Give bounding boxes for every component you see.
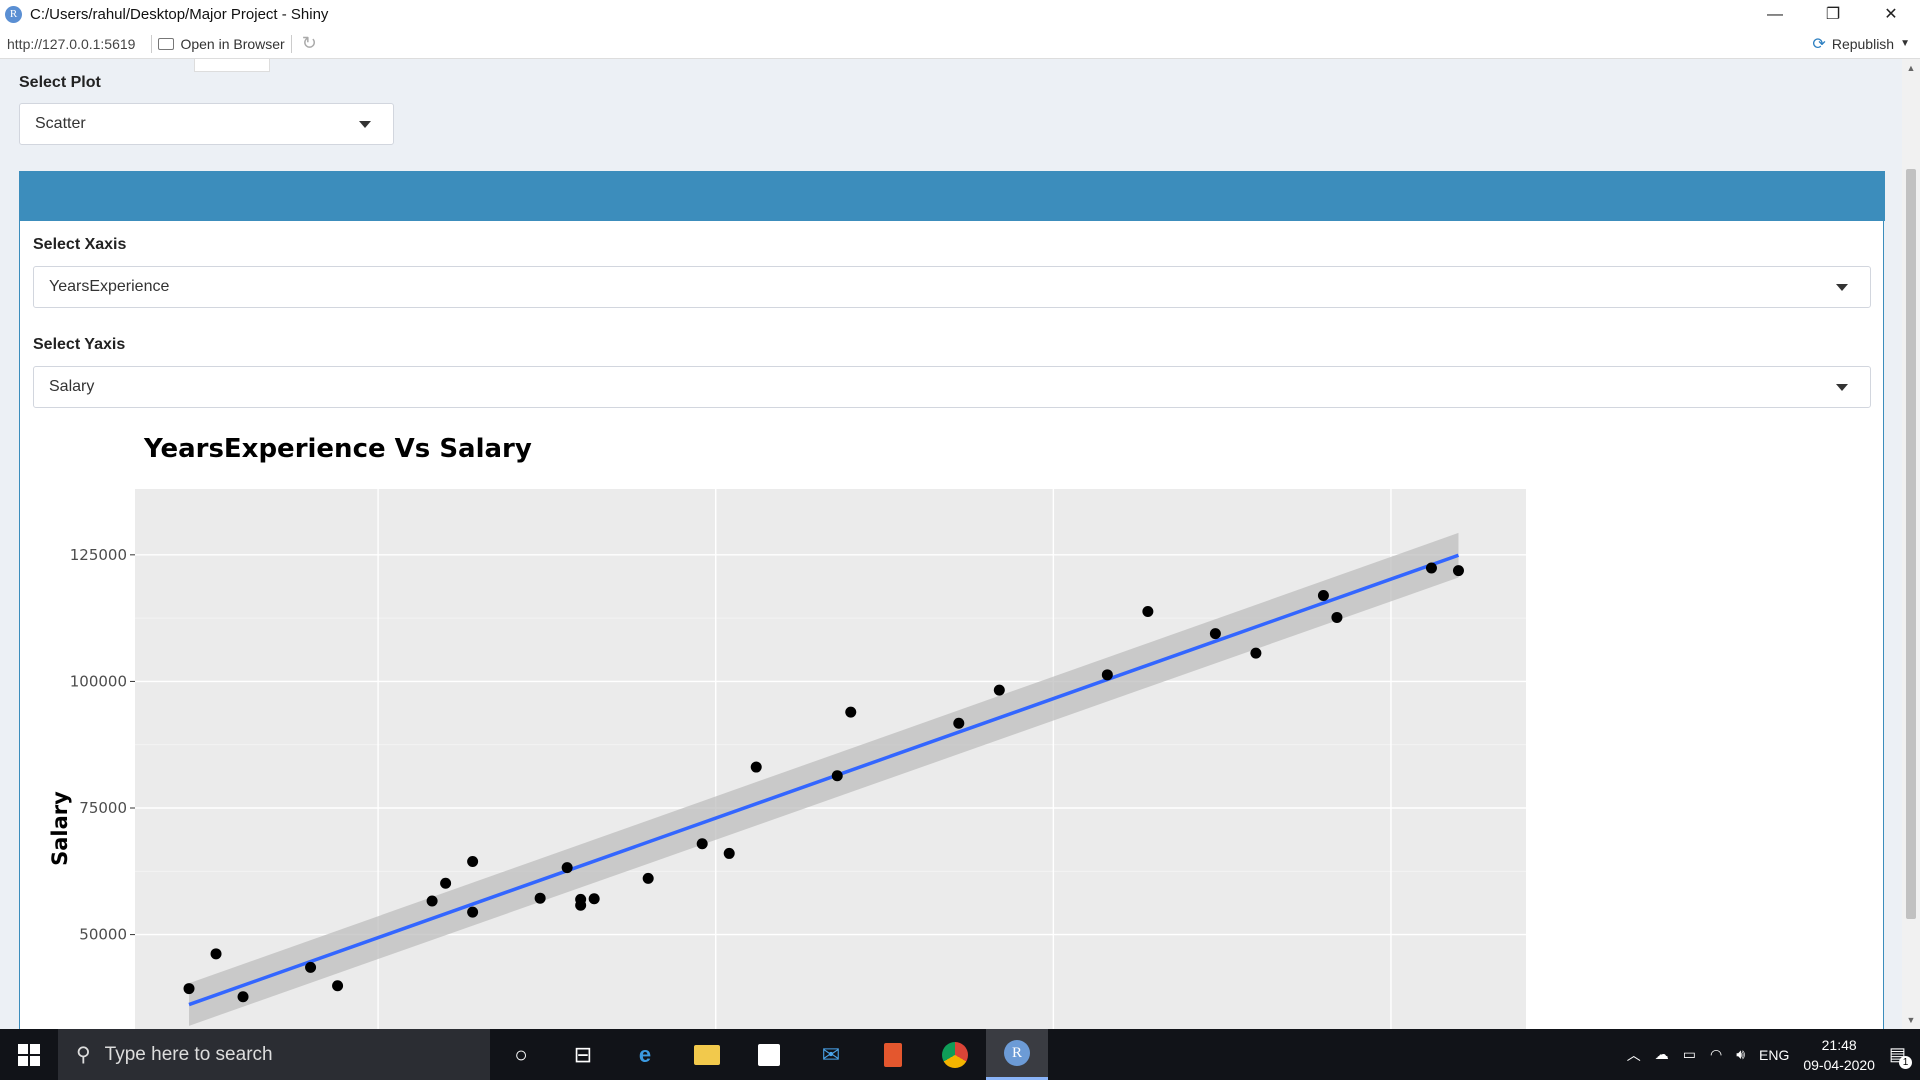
task-view-icon[interactable]: ⊟	[552, 1029, 614, 1080]
windows-taskbar: ⚲ Type here to search ○ ⊟ e ✉ R ︿ ☁ ▭ ◠ …	[0, 1029, 1920, 1080]
edge-icon[interactable]: e	[614, 1029, 676, 1080]
data-point	[210, 948, 222, 960]
divider	[290, 34, 292, 53]
publish-icon: ⟳	[1812, 35, 1826, 53]
y-tick-label: 100000	[70, 672, 127, 690]
language-indicator[interactable]: ENG	[1759, 1047, 1789, 1063]
divider	[151, 34, 153, 53]
clock[interactable]: 21:48 09-04-2020	[1803, 1035, 1875, 1075]
data-point	[237, 991, 249, 1003]
data-point	[332, 980, 344, 992]
r-app-icon: R	[5, 6, 22, 23]
window-title: C:/Users/rahul/Desktop/Major Project - S…	[30, 6, 329, 23]
volume-icon[interactable]: 🔊︎	[1736, 1046, 1745, 1063]
title-bar: R C:/Users/rahul/Desktop/Major Project -…	[0, 0, 1920, 29]
close-button[interactable]: ✕	[1862, 0, 1920, 29]
start-button[interactable]	[0, 1029, 58, 1080]
republish-label: Republish	[1831, 35, 1895, 52]
restore-button[interactable]: ❐	[1804, 0, 1862, 29]
select-plot-label: Select Plot	[19, 74, 101, 91]
vertical-scrollbar[interactable]: ▲ ▼	[1902, 59, 1920, 1029]
data-point	[183, 983, 195, 995]
data-point	[696, 838, 708, 850]
data-point	[750, 761, 762, 773]
data-point	[467, 906, 479, 918]
search-placeholder: Type here to search	[104, 1043, 273, 1065]
taskbar-search[interactable]: ⚲ Type here to search	[58, 1029, 490, 1080]
wifi-icon[interactable]: ◠	[1710, 1046, 1722, 1063]
data-point	[1101, 669, 1113, 681]
data-point	[534, 892, 546, 904]
data-point	[1425, 562, 1437, 574]
y-tick-label: 50000	[79, 926, 127, 944]
data-point	[1317, 589, 1329, 601]
store-icon[interactable]	[738, 1029, 800, 1080]
data-point	[845, 706, 857, 718]
refresh-icon[interactable]: ↻	[302, 33, 317, 54]
data-point	[575, 893, 587, 905]
battery-icon[interactable]: ▭	[1683, 1046, 1696, 1063]
browser-window-icon	[158, 37, 175, 50]
data-point	[426, 895, 438, 907]
y-tick-label: 75000	[79, 799, 127, 817]
data-point	[1331, 611, 1343, 623]
data-point	[305, 961, 317, 973]
notification-count: 1	[1899, 1056, 1912, 1069]
scroll-down-icon[interactable]: ▼	[1902, 1011, 1920, 1029]
data-point	[440, 877, 452, 889]
notification-icon[interactable]: ▤ 1	[1889, 1044, 1912, 1069]
y-tick-label: 125000	[70, 546, 127, 564]
open-in-browser-button[interactable]: Open in Browser	[158, 35, 285, 52]
scatter-plot: 50000 75000 100000 125000 Salary	[48, 489, 1526, 1029]
plot-box: Select Xaxis YearsExperience Select Yaxi…	[19, 171, 1885, 1029]
data-point	[953, 717, 965, 729]
file-explorer-icon[interactable]	[676, 1029, 738, 1080]
window-controls: — ❐ ✕	[1746, 0, 1920, 29]
cortana-icon[interactable]: ○	[490, 1029, 552, 1080]
scroll-up-icon[interactable]: ▲	[1902, 59, 1920, 77]
data-point	[588, 893, 600, 905]
onedrive-icon[interactable]: ☁	[1655, 1046, 1669, 1063]
data-point	[1452, 565, 1464, 577]
chevron-down-icon: ▼	[1900, 38, 1910, 49]
chevron-up-icon[interactable]: ︿	[1627, 1045, 1641, 1065]
data-point	[1142, 605, 1154, 617]
select-plot-value: Scatter	[35, 115, 86, 132]
tab-indicator	[194, 59, 270, 72]
open-in-browser-label: Open in Browser	[180, 35, 285, 52]
url-text[interactable]: http://127.0.0.1:5619	[0, 36, 145, 52]
select-plot-dropdown[interactable]: Scatter	[19, 103, 394, 145]
data-point	[1250, 647, 1262, 659]
r-app-taskbar-icon[interactable]: R	[986, 1029, 1048, 1080]
clock-date: 09-04-2020	[1803, 1056, 1875, 1073]
data-point	[642, 872, 654, 884]
mail-icon[interactable]: ✉	[800, 1029, 862, 1080]
data-point	[467, 855, 479, 867]
data-point	[723, 847, 735, 859]
shiny-app-content: Select Plot Scatter Select Xaxis YearsEx…	[0, 59, 1902, 1029]
search-icon: ⚲	[76, 1044, 91, 1066]
chrome-icon[interactable]	[924, 1029, 986, 1080]
data-point	[993, 684, 1005, 696]
chevron-down-icon	[359, 121, 371, 128]
data-point	[831, 770, 843, 782]
windows-logo-icon	[18, 1043, 40, 1066]
republish-button[interactable]: ⟳ Republish ▼	[1812, 34, 1910, 54]
y-axis-label: Salary	[48, 791, 72, 866]
office-icon[interactable]	[862, 1029, 924, 1080]
minimize-button[interactable]: —	[1746, 0, 1804, 29]
scroll-thumb[interactable]	[1906, 169, 1916, 919]
clock-time: 21:48	[1821, 1036, 1857, 1053]
address-bar: http://127.0.0.1:5619 Open in Browser ↻ …	[0, 29, 1920, 59]
system-tray: ︿ ☁ ▭ ◠ 🔊︎ ENG 21:48 09-04-2020 ▤ 1	[1627, 1029, 1920, 1080]
data-point	[1209, 628, 1221, 640]
data-point	[561, 862, 573, 874]
